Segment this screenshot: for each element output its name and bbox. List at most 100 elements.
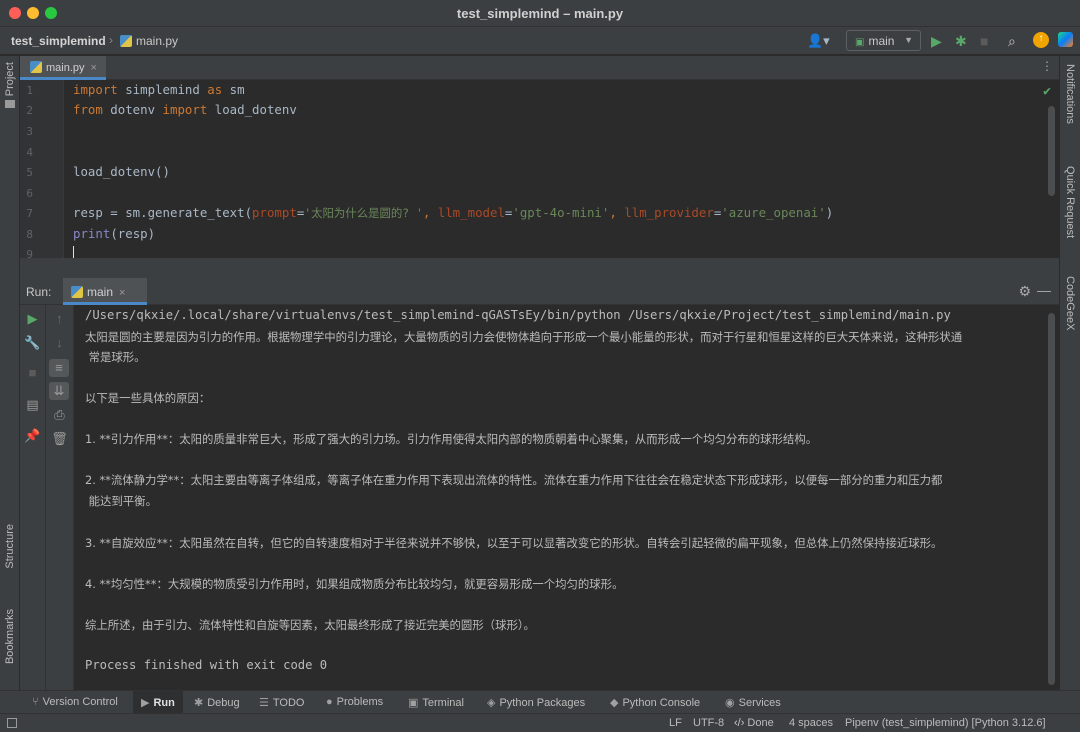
codegeex-status[interactable]: ‹/› Done [734,717,774,729]
codegeex-tool-button[interactable]: CodeGeeX [1064,276,1076,330]
panel-splitter[interactable] [20,258,1059,278]
console-line: 1. **引力作用**：太阳的质量非常巨大，形成了强大的引力场。引力作用使得太阳… [85,432,818,446]
line-number: 2 [26,104,33,117]
code-line-1: import simplemind as sm [73,82,245,97]
soft-wrap-icon[interactable]: ≡ [49,359,69,377]
more-tabs-icon[interactable]: ⋮ [1041,59,1053,73]
arrow-down-icon[interactable]: ↓ [46,335,73,350]
line-separator-status[interactable]: LF [669,717,682,729]
breadcrumb-file-label: main.py [136,34,179,48]
python-packages-tool-button[interactable]: ◈ Python Packages [487,691,585,714]
todo-tool-button[interactable]: ☰ TODO [259,691,304,714]
interpreter-status[interactable]: Pipenv (test_simplemind) [Python 3.12.6] [845,717,1046,729]
navigation-bar: test_simplemind › main.py 👤▾ ▣ main ▼ ▶ ✱… [0,27,1080,55]
run-icon[interactable]: ▶ [931,33,942,50]
close-tab-icon[interactable]: × [119,287,125,299]
run-console[interactable]: /Users/qkxie/.local/share/virtualenvs/te… [74,305,1059,690]
debug-tool-button[interactable]: ✱ Debug [194,691,240,714]
print-icon[interactable]: ⎙ [46,407,73,423]
version-control-tool-button[interactable]: ⑂ Version Control [32,691,118,714]
structure-tool-button[interactable]: Structure [4,524,16,569]
python-console-tool-button[interactable]: ◆ Python Console [610,691,700,714]
console-line: Process finished with exit code 0 [85,658,328,672]
editor-tab-bar: main.py × ⋮ [20,56,1059,80]
arrow-up-icon[interactable]: ↑ [46,311,73,326]
window-title: test_simplemind – main.py [456,6,624,21]
run-icon: ▶ [141,697,150,709]
run-panel-label: Run: [26,285,52,299]
code-editor[interactable]: 1 2 3 4 5 6 7 8 9 import simplemind as s… [20,80,1059,258]
terminal-tool-button[interactable]: ▣ Terminal [408,691,464,714]
python-file-icon [71,286,83,298]
branch-icon: ⑂ [32,696,39,708]
line-number: 3 [26,125,33,138]
editor-scrollbar[interactable] [1048,106,1055,196]
stop-icon[interactable]: ■ [20,365,45,380]
jetbrains-icon[interactable] [1058,32,1073,47]
console-line: 2. **流体静力学**：太阳主要由等离子体组成，等离子体在重力作用下表现出流体… [85,473,943,487]
trash-icon[interactable]: 🗑 [46,431,73,447]
check-icon[interactable]: ✔ [1043,84,1051,99]
pin-icon[interactable]: 📌 [20,428,45,444]
bookmarks-tool-button[interactable]: Bookmarks [4,609,16,664]
wrench-icon[interactable]: 🔧 [20,335,45,351]
run-toolbar-secondary: ↑ ↓ ≡ ⇊ ⎙ 🗑 [46,305,74,690]
update-icon[interactable]: ↑ [1033,32,1049,48]
console-line: 太阳是圆的主要是因为引力的作用。根据物理学中的引力理论，大量物质的引力会使物体趋… [85,330,963,344]
gear-icon[interactable]: ⚙ [1018,283,1031,300]
debug-icon[interactable]: ✱ [955,33,967,50]
status-bar: LF UTF-8 ‹/› Done 4 spaces Pipenv (test_s… [0,713,1080,732]
line-number: 4 [26,146,33,159]
console-line: /Users/qkxie/.local/share/virtualenvs/te… [85,308,951,322]
quick-request-tool-button[interactable]: Quick Request [1064,166,1076,238]
run-toolbar-primary: ▶ 🔧 ■ ▤ 📌 [20,305,46,690]
packages-icon: ◈ [487,697,496,709]
breadcrumb-separator: › [109,33,113,47]
console-line: 常是球形。 [85,350,146,364]
close-tab-icon[interactable]: × [91,62,97,74]
left-tool-strip: Project Structure Bookmarks [0,56,20,690]
line-number: 5 [26,166,33,179]
code-line-2: from dotenv import load_dotenv [73,102,297,117]
text-caret [73,246,74,258]
code-icon: ‹/› [734,717,745,729]
encoding-status[interactable]: UTF-8 [693,717,724,729]
console-line: 以下是一些具体的原因： [85,391,211,405]
stop-icon[interactable]: ■ [980,33,988,49]
rerun-icon[interactable]: ▶ [20,311,45,327]
tab-label: main.py [46,62,85,74]
project-icon [5,100,15,108]
console-line: 综上所述，由于引力、流体特性和自旋等因素，太阳最终形成了接近完美的圆形（球形）。 [85,618,535,632]
tool-window-bar: ⑂ Version Control ▶ Run ✱ Debug ☰ TODO ● Prob… [0,690,1080,714]
run-tab-main[interactable]: main × [63,278,147,305]
scroll-to-end-icon[interactable]: ⇊ [49,382,69,400]
problems-tool-button[interactable]: ● Problems [326,691,383,714]
indent-status[interactable]: 4 spaces [789,717,833,729]
debug-icon: ✱ [194,697,204,709]
console-scrollbar[interactable] [1048,313,1055,685]
project-tool-button[interactable]: Project [4,62,16,96]
title-bar: test_simplemind – main.py [0,0,1080,27]
notifications-tool-button[interactable]: Notifications [1064,64,1076,124]
run-tool-button[interactable]: ▶ Run [133,691,183,714]
python-file-icon [30,61,42,73]
code-line-5: load_dotenv() [73,164,170,179]
search-icon[interactable]: ⌕ [1008,33,1016,50]
tab-main-py[interactable]: main.py × [20,56,106,80]
minimize-icon[interactable]: — [1037,282,1051,298]
status-bar-toggle-icon[interactable] [7,718,17,728]
list-icon: ☰ [259,697,269,709]
chevron-down-icon: ▼ [904,35,913,45]
line-number: 1 [26,84,33,97]
run-configuration-select[interactable]: ▣ main ▼ [846,30,921,51]
user-icon[interactable]: 👤▾ [807,33,830,49]
breadcrumb-file[interactable]: main.py [120,34,178,48]
layout-icon[interactable]: ▤ [20,397,45,413]
run-config-icon: ▣ [855,37,865,48]
run-tab-label: main [87,285,114,299]
services-tool-button[interactable]: ◉ Services [725,691,781,714]
line-number: 7 [26,207,33,220]
line-number: 9 [26,248,33,258]
breadcrumb-project[interactable]: test_simplemind [11,34,106,48]
right-tool-strip: Notifications Quick Request CodeGeeX [1059,56,1080,690]
